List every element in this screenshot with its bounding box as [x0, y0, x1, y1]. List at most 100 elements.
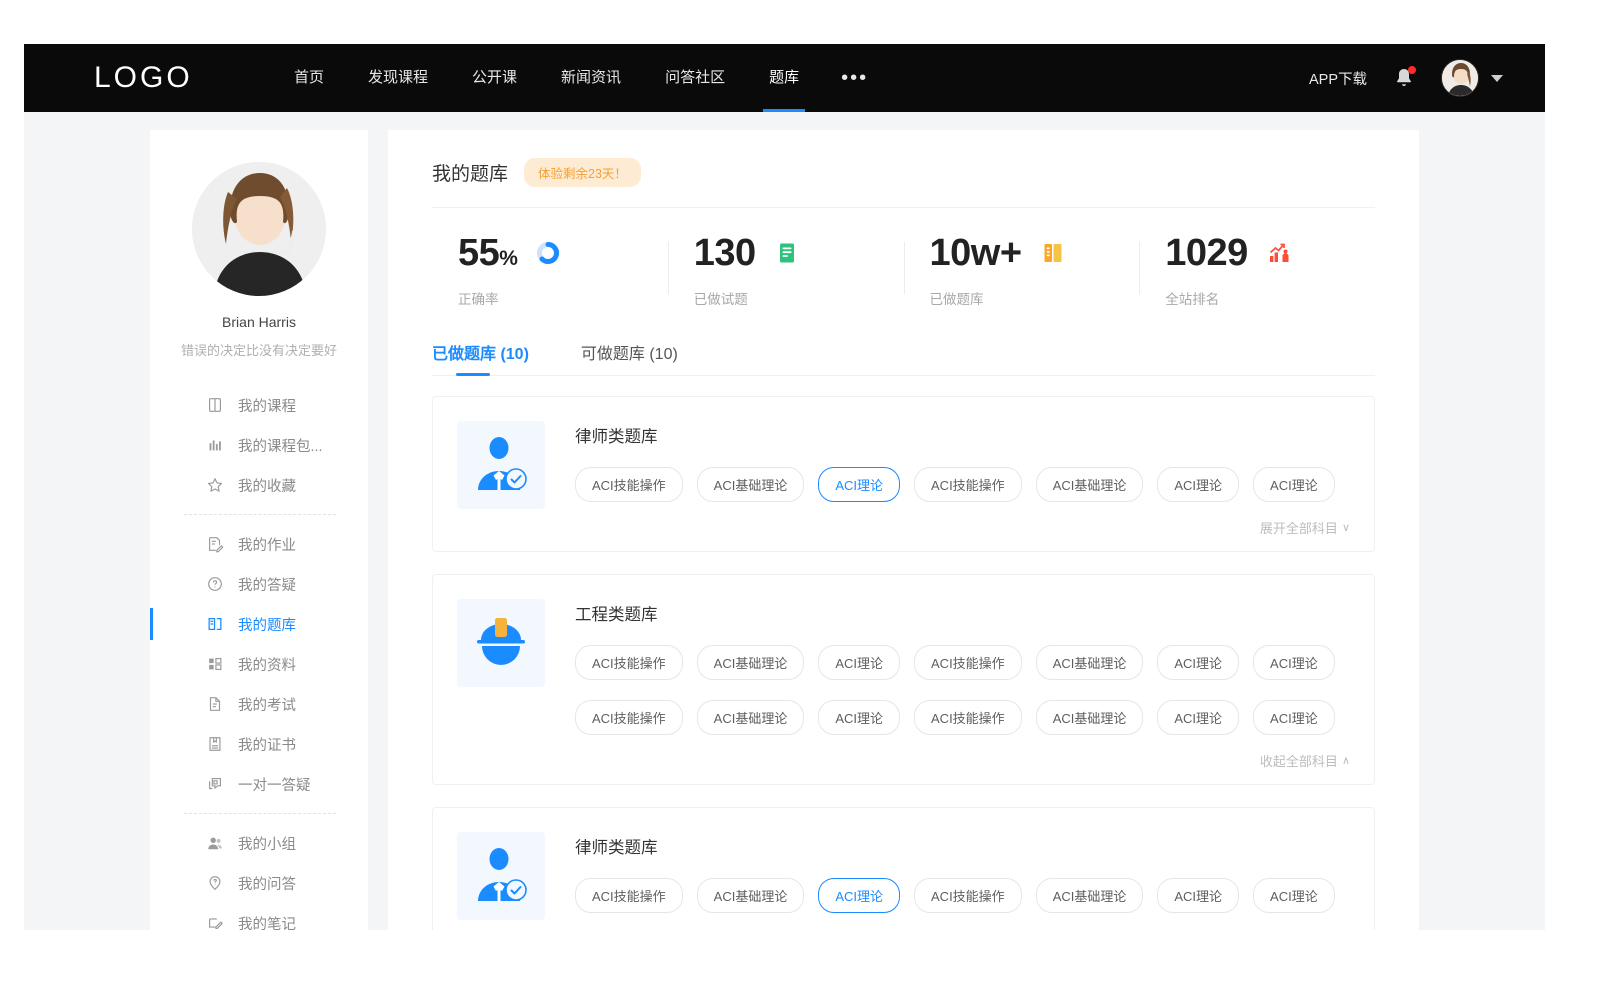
- card-title: 律师类题库: [575, 423, 1350, 447]
- subject-tag[interactable]: ACI基础理论: [1036, 878, 1144, 913]
- tab-divider: [432, 375, 1375, 376]
- subject-tag[interactable]: ACI基础理论: [1036, 645, 1144, 680]
- sidebar-item-12[interactable]: 我的小组: [150, 823, 368, 863]
- subject-tag[interactable]: ACI理论: [1157, 645, 1239, 680]
- stat-value: 1029: [1165, 234, 1248, 272]
- subject-tag[interactable]: ACI理论: [818, 878, 900, 913]
- sidebar-item-14[interactable]: 我的笔记: [150, 903, 368, 930]
- subject-tag[interactable]: ACI技能操作: [914, 878, 1022, 913]
- stat-value: 130: [694, 234, 756, 272]
- sidebar-item-label: 我的资料: [238, 654, 296, 675]
- app-download-link[interactable]: APP下载: [1309, 68, 1367, 89]
- sidebar-item-9[interactable]: 我的证书: [150, 724, 368, 764]
- stat-card-0: 55% 正确率: [432, 234, 668, 308]
- subject-tag[interactable]: ACI技能操作: [575, 700, 683, 735]
- sidebar-divider: [184, 514, 336, 515]
- subject-tag[interactable]: ACI理论: [1157, 878, 1239, 913]
- subject-tag[interactable]: ACI基础理论: [1036, 467, 1144, 502]
- subject-tag-row: ACI技能操作 ACI基础理论 ACI理论 ACI技能操作 ACI基础理论 ACI理论 AC…: [575, 645, 1350, 680]
- exam-icon: [206, 695, 224, 713]
- stat-card-2: 10w+已做题库: [904, 234, 1140, 308]
- stat-label: 正确率: [458, 288, 668, 308]
- subject-tag[interactable]: ACI技能操作: [575, 645, 683, 680]
- group-icon: [206, 834, 224, 852]
- nav-more-icon[interactable]: •••: [821, 68, 888, 88]
- expand-subjects-label: 展开全部科目: [1260, 518, 1338, 537]
- page-title: 我的题库: [432, 159, 508, 186]
- sidebar-item-0[interactable]: 我的课程: [150, 385, 368, 425]
- notification-bell-icon[interactable]: [1393, 66, 1415, 90]
- nav-item-4[interactable]: 问答社区: [643, 44, 747, 112]
- green-doc-icon: [774, 240, 800, 266]
- subject-tag[interactable]: ACI理论: [1253, 700, 1335, 735]
- nav-item-2[interactable]: 公开课: [450, 44, 539, 112]
- question-bank-card: 律师类题库ACI技能操作ACI基础理论ACI理论ACI技能操作ACI基础理论AC…: [432, 396, 1375, 552]
- nav-item-0[interactable]: 首页: [272, 44, 346, 112]
- subject-tag[interactable]: ACI基础理论: [697, 645, 805, 680]
- files-icon: [206, 655, 224, 673]
- main-panel: 我的题库 体验剩余23天！ 55% 正确率 130 已做试题10w+已做题库1029全…: [388, 130, 1419, 930]
- bars-icon: [206, 436, 224, 454]
- card-title: 工程类题库: [575, 601, 1350, 625]
- tab-0[interactable]: 已做题库 (10): [432, 340, 529, 376]
- sidebar-item-label: 我的题库: [238, 614, 296, 635]
- sidebar-item-4[interactable]: 我的作业: [150, 524, 368, 564]
- subject-tag[interactable]: ACI基础理论: [697, 878, 805, 913]
- stat-value-row: 55%: [458, 234, 668, 272]
- subject-tag[interactable]: ACI理论: [1253, 467, 1335, 502]
- sidebar: Brian Harris 错误的决定比没有决定要好 我的课程我的课程包...我的…: [150, 130, 368, 930]
- sidebar-item-label: 我的笔记: [238, 913, 296, 931]
- nav-right-cluster: APP下载: [1309, 44, 1503, 112]
- subject-tag[interactable]: ACI基础理论: [697, 700, 805, 735]
- sidebar-item-10[interactable]: 一对一答疑: [150, 764, 368, 804]
- stat-label: 已做试题: [694, 288, 904, 308]
- subject-tag-row: ACI技能操作 ACI基础理论 ACI理论 ACI技能操作 ACI基础理论 ACI理论 AC…: [575, 467, 1350, 502]
- user-menu[interactable]: [1441, 59, 1503, 97]
- subject-tag[interactable]: ACI理论: [1157, 700, 1239, 735]
- subject-tag[interactable]: ACI理论: [818, 700, 900, 735]
- nav-item-3[interactable]: 新闻资讯: [539, 44, 643, 112]
- sidebar-profile: Brian Harris 错误的决定比没有决定要好: [150, 162, 368, 359]
- sidebar-item-1[interactable]: 我的课程包...: [150, 425, 368, 465]
- subject-tag[interactable]: ACI技能操作: [914, 645, 1022, 680]
- subject-tag[interactable]: ACI技能操作: [575, 467, 683, 502]
- sidebar-item-8[interactable]: 我的考试: [150, 684, 368, 724]
- subject-tag[interactable]: ACI技能操作: [575, 878, 683, 913]
- subject-tag[interactable]: ACI技能操作: [914, 700, 1022, 735]
- sidebar-item-label: 我的小组: [238, 833, 296, 854]
- expand-subjects-toggle[interactable]: 展开全部科目∨: [1260, 518, 1350, 537]
- subject-tag[interactable]: ACI理论: [1157, 467, 1239, 502]
- lawyer-icon: [457, 421, 545, 509]
- sidebar-menu: 我的课程我的课程包...我的收藏我的作业我的答疑我的题库我的资料我的考试我的证书…: [150, 385, 368, 930]
- subject-tag[interactable]: ACI理论: [818, 467, 900, 502]
- nav-item-1[interactable]: 发现课程: [346, 44, 450, 112]
- expand-subjects-toggle[interactable]: 收起全部科目∧: [1260, 751, 1350, 770]
- trial-status-badge: 体验剩余23天！: [524, 158, 641, 187]
- site-logo[interactable]: LOGO: [94, 61, 224, 95]
- sidebar-item-label: 我的证书: [238, 734, 296, 755]
- sidebar-item-6[interactable]: 我的题库: [150, 604, 368, 644]
- sidebar-item-7[interactable]: 我的资料: [150, 644, 368, 684]
- sidebar-item-2[interactable]: 我的收藏: [150, 465, 368, 505]
- subject-tag[interactable]: ACI理论: [818, 645, 900, 680]
- subject-tag[interactable]: ACI技能操作: [914, 467, 1022, 502]
- stat-value-row: 10w+: [930, 234, 1140, 272]
- chevron-down-icon[interactable]: [1491, 75, 1503, 82]
- tab-1[interactable]: 可做题库 (10): [581, 340, 678, 376]
- subject-tag[interactable]: ACI理论: [1253, 878, 1335, 913]
- stats-row: 55% 正确率 130 已做试题10w+已做题库1029全站排名: [432, 208, 1375, 322]
- sidebar-item-label: 一对一答疑: [238, 774, 311, 795]
- subject-tag[interactable]: ACI基础理论: [697, 467, 805, 502]
- subject-tag-row: ACI技能操作 ACI基础理论 ACI理论 ACI技能操作 ACI基础理论 ACI理论 AC…: [575, 700, 1350, 735]
- stat-card-3: 1029全站排名: [1139, 234, 1375, 308]
- subject-tag[interactable]: ACI基础理论: [1036, 700, 1144, 735]
- avatar[interactable]: [1441, 59, 1479, 97]
- subject-tag[interactable]: ACI理论: [1253, 645, 1335, 680]
- homework-icon: [206, 535, 224, 553]
- nav-item-5[interactable]: 题库: [747, 44, 821, 112]
- stat-value-row: 130: [694, 234, 904, 272]
- red-rank-icon: [1266, 240, 1292, 266]
- profile-motto: 错误的决定比没有决定要好: [164, 340, 354, 359]
- sidebar-item-5[interactable]: 我的答疑: [150, 564, 368, 604]
- sidebar-item-13[interactable]: 我的问答: [150, 863, 368, 903]
